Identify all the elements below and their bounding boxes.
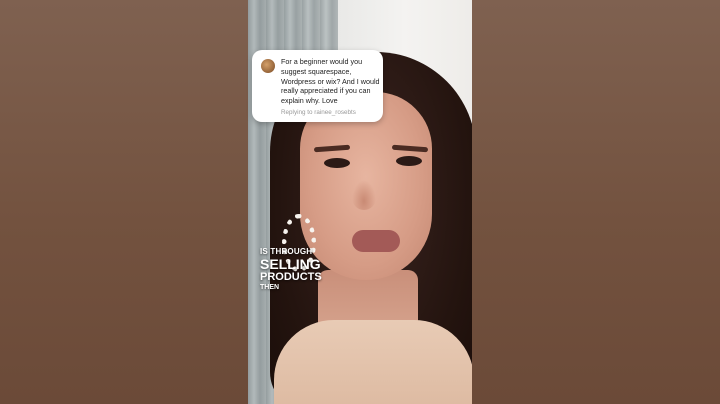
caption-line-3: PRODUCTS: [260, 271, 322, 283]
letterbox-right: [472, 0, 720, 404]
person-mouth: [352, 230, 400, 252]
question-text: For a beginner would you suggest squares…: [281, 57, 380, 106]
left-eye: [324, 158, 350, 168]
user-avatar: [261, 59, 275, 73]
person-nose: [352, 180, 376, 210]
right-eye: [396, 156, 422, 166]
caption-line-4: THEN: [260, 284, 280, 291]
subtitle-caption: IS THROUGH SELLING PRODUCTS THEN: [260, 247, 322, 292]
caption-line-2: SELLING: [260, 256, 321, 272]
replying-to-label: Replying to rainee_rosebts: [281, 109, 356, 116]
letterbox-left: [0, 0, 248, 404]
video-frame: IS THROUGH SELLING PRODUCTS THEN For a b…: [0, 0, 720, 404]
caption-line-1: IS THROUGH: [260, 247, 313, 256]
person-shirt: [274, 320, 472, 404]
question-sticker[interactable]: For a beginner would you suggest squares…: [252, 50, 383, 122]
